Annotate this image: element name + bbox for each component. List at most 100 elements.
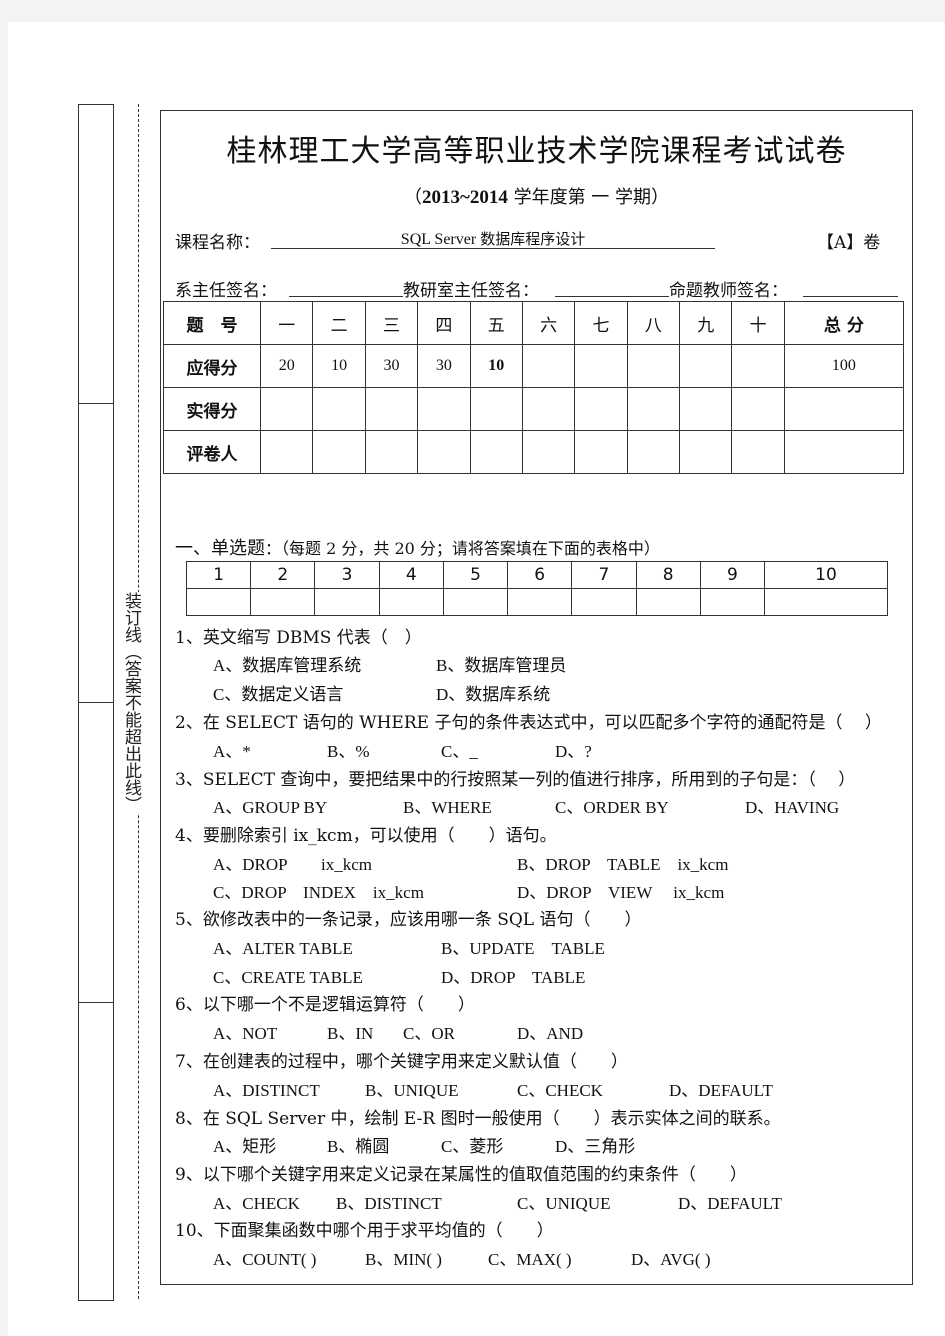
paper-type: 【A】卷 [817, 233, 881, 253]
column-header: 四 [417, 301, 471, 345]
expected-score-row: 应得分 20 10 30 30 10 100 [163, 344, 905, 388]
course-name-en: SQL Server [400, 231, 481, 248]
answer-number: 6 [507, 561, 573, 589]
question-4: 4、要删除索引 ix_kcm，可以使用（ ）语句。 [175, 826, 557, 846]
question-7: 7、在创建表的过程中，哪个关键字用来定义默认值（ ） [175, 1052, 628, 1072]
q2-option-a: A、* [213, 742, 251, 761]
answer-cell[interactable] [250, 588, 316, 616]
row-label-actual: 实得分 [163, 387, 261, 431]
q5-option-d: D、DROP TABLE [441, 968, 586, 987]
expected-score-cell: 10 [312, 344, 366, 388]
grader-cell[interactable] [574, 430, 628, 474]
question-6: 6、以下哪一个不是逻辑运算符（ ） [175, 995, 475, 1015]
score-header-row: 题 号 一 二 三 四 五 六 七 八 九 十 总 分 [163, 301, 905, 345]
expected-score-cell [521, 344, 576, 388]
section-title: 一、单选题：（每题 2 分，共 20 分；请将答案填在下面的表格中） [175, 534, 660, 560]
expected-score-total: 100 [783, 344, 905, 388]
grader-cell[interactable] [521, 430, 576, 474]
grader-cell[interactable] [731, 430, 785, 474]
q6-option-d: D、AND [517, 1024, 584, 1043]
answer-table: 1 2 3 4 5 6 7 8 9 10 [185, 561, 889, 616]
grader-cell[interactable] [469, 430, 523, 474]
q10-option-c: C、MAX( ) [488, 1250, 572, 1269]
binding-box [78, 702, 114, 1003]
expected-score-cell: 10 [469, 344, 523, 388]
answer-cell[interactable] [571, 588, 637, 616]
actual-score-cell[interactable] [469, 387, 523, 431]
section-heading: 一、单选题 [175, 538, 265, 559]
actual-score-cell[interactable] [678, 387, 733, 431]
binding-box [78, 104, 114, 404]
q1-option-a: A、数据库管理系统 [213, 656, 362, 675]
q2-option-d: D、? [555, 742, 592, 761]
q4-option-c: C、DROP INDEX ix_kcm [213, 883, 424, 902]
binding-box [78, 1002, 114, 1301]
answer-cell[interactable] [185, 588, 252, 616]
q6-option-a: A、NOT [213, 1024, 278, 1043]
column-header: 八 [626, 301, 681, 345]
q6-option-c: C、OR [403, 1024, 455, 1043]
q3-option-d: D、HAVING [745, 798, 840, 817]
grader-cell[interactable] [364, 430, 419, 474]
actual-score-cell[interactable] [312, 387, 366, 431]
grader-cell[interactable] [312, 430, 366, 474]
answer-cell[interactable] [507, 588, 573, 616]
actual-score-cell[interactable] [731, 387, 785, 431]
actual-score-cell[interactable] [364, 387, 419, 431]
question-5: 5、欲修改表中的一条记录，应该用哪一条 SQL 语句（ ） [175, 910, 642, 930]
answer-number: 10 [763, 561, 889, 589]
q10-option-d: D、AVG( ) [631, 1250, 711, 1269]
actual-score-cell[interactable] [626, 387, 681, 431]
q1-option-c: C、数据定义语言 [213, 685, 344, 704]
answer-cell[interactable] [378, 588, 444, 616]
answer-cell[interactable] [442, 588, 509, 616]
q1-option-d: D、数据库系统 [436, 685, 551, 704]
q7-option-a: A、DISTINCT [213, 1081, 320, 1100]
actual-score-total[interactable] [783, 387, 905, 431]
question-1: 1、英文缩写 DBMS 代表（ ） [175, 628, 422, 648]
dept-head-sign-line[interactable] [289, 296, 403, 297]
actual-score-cell[interactable] [574, 387, 628, 431]
q4-option-d: D、DROP VIEW ix_kcm [517, 883, 725, 902]
office-head-sign-label: 教研室主任签名： [403, 281, 539, 301]
row-label-question-no: 题 号 [163, 301, 261, 345]
grader-cell[interactable] [417, 430, 471, 474]
teacher-sign-line[interactable] [803, 296, 898, 297]
expected-score-cell [574, 344, 628, 388]
grader-cell[interactable] [678, 430, 733, 474]
actual-score-cell[interactable] [417, 387, 471, 431]
q3-option-b: B、WHERE [403, 798, 492, 817]
q9-option-b: B、DISTINCT [336, 1194, 442, 1213]
q5-option-b: B、UPDATE TABLE [441, 939, 605, 958]
answer-number: 8 [635, 561, 701, 589]
answer-number: 1 [185, 561, 252, 589]
academic-year: 2013~2014 [421, 187, 508, 208]
actual-score-cell[interactable] [521, 387, 576, 431]
q9-option-c: C、UNIQUE [517, 1194, 611, 1213]
actual-score-cell[interactable] [259, 387, 314, 431]
grader-cell[interactable] [259, 430, 314, 474]
column-header: 五 [469, 301, 523, 345]
column-header: 一 [259, 301, 314, 345]
answer-cell[interactable] [314, 588, 380, 616]
teacher-sign-label: 命题教师签名： [669, 281, 788, 301]
row-label-grader: 评卷人 [163, 430, 261, 474]
answer-cell[interactable] [699, 588, 765, 616]
grader-cell[interactable] [626, 430, 681, 474]
answer-number: 5 [442, 561, 509, 589]
subtitle-semester: 学年度第 一 学期） [507, 187, 670, 208]
answer-cell[interactable] [763, 588, 889, 616]
q2-option-c: C、_ [441, 742, 478, 761]
grader-total[interactable] [783, 430, 905, 474]
answer-cell[interactable] [635, 588, 701, 616]
score-table: 题 号 一 二 三 四 五 六 七 八 九 十 总 分 应得分 20 10 30… [163, 301, 905, 474]
column-header: 三 [364, 301, 419, 345]
answer-number: 4 [378, 561, 444, 589]
expected-score-cell: 20 [259, 344, 314, 388]
office-head-sign-line[interactable] [555, 296, 669, 297]
q5-option-c: C、CREATE TABLE [213, 968, 363, 987]
q7-option-b: B、UNIQUE [365, 1081, 459, 1100]
grader-row: 评卷人 [163, 430, 905, 474]
expected-score-cell [626, 344, 681, 388]
column-header: 七 [574, 301, 628, 345]
